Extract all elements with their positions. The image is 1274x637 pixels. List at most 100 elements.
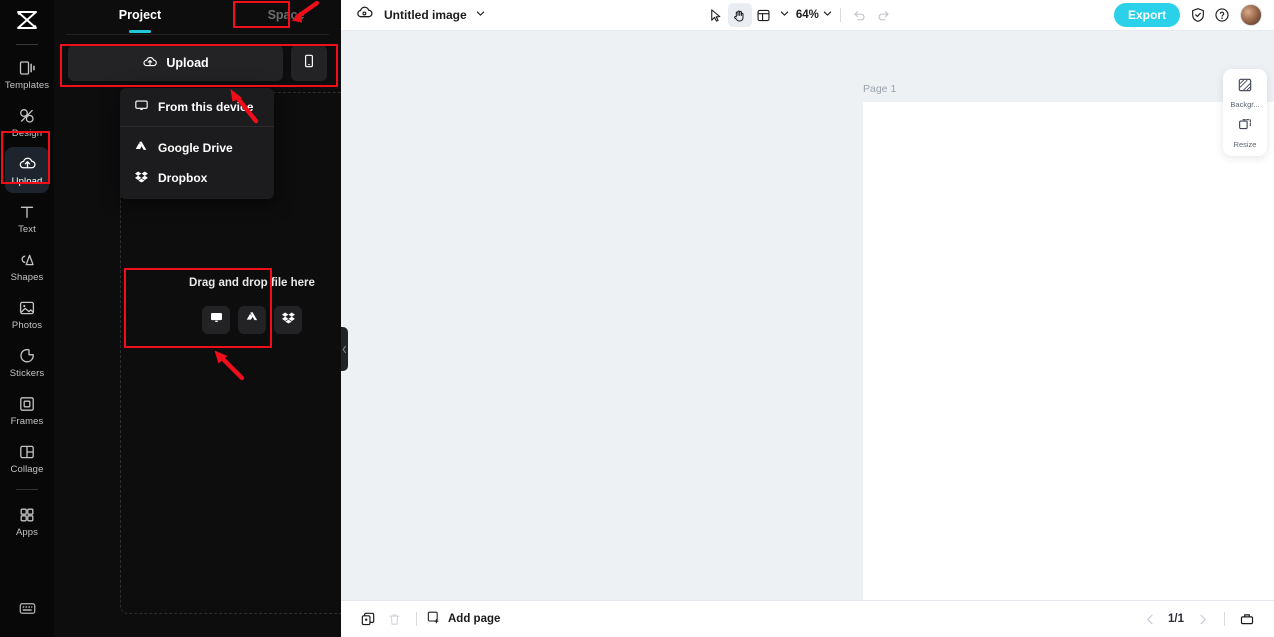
sidebar-item-label: Stickers: [9, 367, 45, 379]
sidebar-item-label: Design: [11, 127, 43, 139]
upload-button-row: Upload: [54, 35, 341, 81]
shapes-icon: [17, 250, 37, 270]
cloud-logo-icon[interactable]: [355, 3, 374, 27]
frames-icon: [17, 394, 37, 414]
menu-item-from-this-device[interactable]: From this device: [120, 92, 274, 122]
sidebar-item-label: Photos: [11, 319, 43, 331]
design-icon: [17, 106, 37, 126]
sidebar-item-label: Templates: [4, 79, 50, 91]
menu-item-label: From this device: [158, 100, 254, 114]
capcut-logo[interactable]: [0, 3, 54, 37]
monitor-icon: [209, 310, 224, 330]
hand-pan-tool[interactable]: [727, 3, 752, 27]
zoom-chevron-down-icon[interactable]: [822, 6, 833, 24]
sidebar-item-text[interactable]: Text: [5, 195, 49, 241]
collage-icon: [17, 442, 37, 462]
duplicate-page-icon[interactable]: [355, 606, 381, 632]
menu-divider: [120, 126, 274, 127]
cursor-select-tool[interactable]: [704, 3, 728, 27]
photos-icon: [17, 298, 37, 318]
sidebar-item-label: Apps: [15, 526, 39, 538]
document-title[interactable]: Untitled image: [384, 8, 467, 22]
rail-divider: [16, 44, 38, 45]
sidebar-item-label: Text: [18, 223, 36, 235]
apps-grid-icon: [17, 505, 37, 525]
layout-grid-tool[interactable]: [752, 3, 776, 27]
upload-cloud-icon: [17, 154, 37, 174]
sidebar-item-stickers[interactable]: Stickers: [5, 339, 49, 385]
tab-project[interactable]: Project: [100, 0, 180, 30]
dropbox-icon: [134, 169, 149, 187]
text-icon: [17, 202, 37, 222]
panel-tab-bar: Project Space: [54, 0, 341, 30]
page-indicator: 1/1: [1168, 613, 1184, 625]
menu-item-dropbox[interactable]: Dropbox: [120, 163, 274, 193]
zoom-level-value[interactable]: 64%: [796, 9, 819, 21]
page-grid-view-icon[interactable]: [1234, 606, 1260, 632]
background-tool-label: Backgr...: [1230, 100, 1260, 109]
sidebar-item-upload[interactable]: Upload: [5, 147, 49, 193]
google-drive-icon: [245, 310, 260, 330]
upload-cloud-icon: [142, 54, 158, 73]
sidebar-item-label: Collage: [10, 463, 44, 475]
page-canvas[interactable]: [863, 102, 1274, 600]
chevron-down-icon[interactable]: [475, 6, 486, 24]
dropzone-google-drive-button[interactable]: [238, 306, 266, 334]
rail-section-divider: [16, 489, 38, 490]
sidebar-item-collage[interactable]: Collage: [5, 435, 49, 481]
sidebar-item-photos[interactable]: Photos: [5, 291, 49, 337]
rail-bottom-area: [0, 599, 54, 623]
sidebar-item-design[interactable]: Design: [5, 99, 49, 145]
sidebar-item-label: Upload: [11, 175, 43, 187]
bottombar-divider-2: [1224, 612, 1225, 626]
upload-source-menu: From this device Google Drive Dropbox: [120, 88, 274, 199]
shield-check-icon[interactable]: [1186, 3, 1210, 27]
undo-icon[interactable]: [848, 3, 872, 27]
redo-icon[interactable]: [872, 3, 896, 27]
menu-item-label: Google Drive: [158, 141, 233, 155]
dropzone-dropbox-button[interactable]: [274, 306, 302, 334]
keyboard-shortcuts-icon[interactable]: [18, 599, 37, 623]
panel-collapse-handle[interactable]: [341, 327, 348, 371]
editor-bottombar: Add page 1/1: [341, 600, 1274, 637]
tab-space[interactable]: Space: [260, 0, 312, 30]
layout-chevron-down-icon[interactable]: [779, 6, 790, 24]
drag-drop-source-icons: [202, 306, 302, 334]
editor-main: Untitled image 64% Export Page 1 Backgr.…: [341, 0, 1274, 637]
drag-drop-title: Drag and drop file here: [189, 277, 315, 289]
resize-icon: [1237, 117, 1253, 138]
background-tool[interactable]: Backgr...: [1223, 77, 1267, 109]
next-page-button[interactable]: [1189, 606, 1215, 632]
sidebar-item-frames[interactable]: Frames: [5, 387, 49, 433]
dropzone-device-button[interactable]: [202, 306, 230, 334]
canvas-area[interactable]: Page 1 Backgr... Resize: [341, 31, 1274, 600]
sidebar-item-label: Shapes: [10, 271, 44, 283]
sidebar-item-templates[interactable]: Templates: [5, 51, 49, 97]
canvas-tool-card: Backgr... Resize: [1223, 69, 1267, 156]
prev-page-button[interactable]: [1137, 606, 1163, 632]
menu-item-google-drive[interactable]: Google Drive: [120, 133, 274, 163]
left-rail: Templates Design Upload Text Shapes Phot…: [0, 0, 54, 637]
topbar-divider: [839, 8, 841, 22]
capcut-editor-window: Templates Design Upload Text Shapes Phot…: [0, 0, 1274, 637]
mobile-phone-icon: [301, 53, 317, 74]
trash-icon[interactable]: [381, 606, 407, 632]
upload-button[interactable]: Upload: [68, 45, 283, 81]
bottombar-divider: [416, 612, 417, 626]
upload-from-mobile-button[interactable]: [291, 45, 327, 81]
sidebar-item-label: Frames: [10, 415, 44, 427]
add-page-button[interactable]: Add page: [426, 610, 500, 628]
resize-tool[interactable]: Resize: [1223, 117, 1267, 149]
templates-icon: [17, 58, 37, 78]
upload-button-label: Upload: [166, 56, 209, 70]
upload-panel: Project Space Upload Drag and drop file …: [54, 0, 382, 637]
export-button[interactable]: Export: [1114, 3, 1181, 27]
user-avatar[interactable]: [1240, 4, 1263, 26]
help-circle-icon[interactable]: [1210, 3, 1234, 27]
sidebar-item-apps[interactable]: Apps: [5, 498, 49, 544]
page-label: Page 1: [863, 83, 897, 95]
drag-drop-prompt: Drag and drop file here: [178, 268, 326, 348]
monitor-icon: [134, 98, 149, 116]
sidebar-item-shapes[interactable]: Shapes: [5, 243, 49, 289]
editor-topbar: Untitled image 64% Export: [341, 0, 1274, 31]
